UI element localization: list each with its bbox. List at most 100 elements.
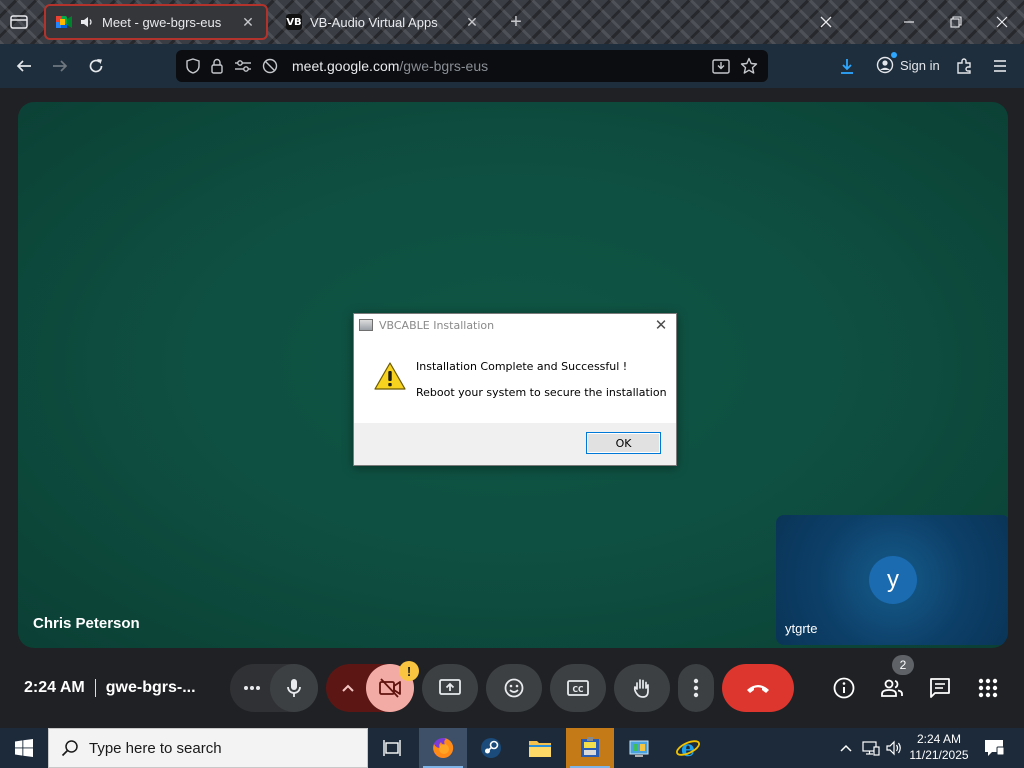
start-button[interactable]	[0, 728, 48, 768]
menu-hamburger-icon[interactable]	[987, 54, 1013, 78]
dialog-title: VBCABLE Installation	[379, 318, 495, 332]
taskbar-app-control-panel[interactable]	[615, 728, 663, 768]
url-text[interactable]: meet.google.com/gwe-bgrs-eus	[292, 58, 702, 74]
new-tab-button[interactable]: +	[505, 10, 527, 34]
self-view-tile[interactable]: y ytgrte	[776, 515, 1008, 645]
svg-text:e: e	[681, 736, 695, 760]
taskbar-app-firefox[interactable]	[419, 728, 467, 768]
firefox-icon	[431, 736, 455, 760]
taskbar-search-box[interactable]: Type here to search	[48, 728, 368, 768]
more-vert-icon	[693, 678, 699, 698]
list-all-tabs-icon[interactable]	[812, 8, 840, 36]
tab-vb-audio[interactable]: VB VB-Audio Virtual Apps ✕	[276, 4, 490, 40]
ok-button[interactable]: OK	[586, 432, 661, 454]
show-hidden-icons-chevron-up-icon[interactable]	[836, 728, 856, 768]
volume-icon[interactable]	[884, 728, 906, 768]
reload-icon[interactable]	[83, 54, 109, 78]
search-icon	[61, 739, 79, 757]
action-center-notification-icon[interactable]	[982, 736, 1006, 760]
forward-icon[interactable]	[47, 54, 73, 78]
extensions-icon[interactable]	[951, 54, 977, 78]
more-options-button[interactable]	[678, 664, 714, 712]
search-placeholder: Type here to search	[89, 739, 222, 757]
people-count-badge: 2	[892, 655, 914, 675]
camera-blocked-icon[interactable]	[262, 58, 278, 74]
tab-list-icon[interactable]	[8, 12, 30, 32]
video-off-icon	[378, 678, 402, 698]
leave-call-button[interactable]	[722, 664, 794, 712]
dialog-message-line1: Installation Complete and Successful !	[416, 360, 628, 373]
meeting-details-icon[interactable]	[830, 674, 858, 702]
tab-meet[interactable]: Meet - gwe-bgrs-eus ✕	[44, 4, 268, 40]
steam-icon	[479, 736, 503, 760]
vbcable-installation-dialog: VBCABLE Installation ✕ Installation Comp…	[353, 313, 677, 466]
audio-controls	[230, 664, 318, 712]
svg-text:CC: CC	[572, 685, 584, 694]
sign-in-label: Sign in	[900, 57, 940, 73]
url-path: /gwe-bgrs-eus	[399, 58, 489, 74]
activities-grid-icon[interactable]	[974, 674, 1002, 702]
taskbar-app-steam[interactable]	[467, 728, 515, 768]
chat-icon[interactable]	[926, 674, 954, 702]
close-window-icon[interactable]	[988, 8, 1016, 36]
raise-hand-button[interactable]	[614, 664, 670, 712]
audio-playing-icon[interactable]	[80, 15, 94, 29]
tab-title: Meet - gwe-bgrs-eus	[102, 14, 222, 30]
people-icon[interactable]	[878, 674, 906, 702]
taskbar-app-vbcable-installer[interactable]	[566, 728, 614, 768]
internet-explorer-icon: e	[675, 736, 701, 760]
control-panel-icon	[627, 736, 651, 760]
browser-tab-bar: Meet - gwe-bgrs-eus ✕ VB VB-Audio Virtua…	[0, 0, 1024, 44]
main-participant-name: Chris Peterson	[33, 615, 140, 632]
self-avatar: y	[869, 556, 917, 604]
meeting-time: 2:24 AM	[24, 679, 85, 696]
warning-icon	[374, 362, 406, 395]
tracking-protection-shield-icon[interactable]	[186, 58, 200, 74]
taskbar-app-file-explorer[interactable]	[516, 728, 564, 768]
tab-title: VB-Audio Virtual Apps	[310, 14, 438, 30]
windows-taskbar: Type here to search e 2:24 AM 11/21/2025	[0, 728, 1024, 768]
windows-logo-icon	[15, 739, 33, 757]
bookmark-star-icon[interactable]	[740, 57, 758, 75]
task-view-button[interactable]	[368, 728, 416, 768]
sign-in-button[interactable]: Sign in	[876, 52, 940, 74]
permissions-icon[interactable]	[234, 59, 252, 73]
self-name: ytgrte	[785, 621, 818, 636]
meeting-code: gwe-bgrs-...	[105, 679, 196, 696]
taskbar-date: 11/21/2025	[909, 748, 969, 762]
address-bar[interactable]: meet.google.com/gwe-bgrs-eus	[176, 50, 768, 82]
dialog-message-line2: Reboot your system to secure the install…	[416, 386, 667, 399]
meet-control-bar: 2:24 AM gwe-bgrs-... ! CC	[0, 648, 1024, 728]
network-icon[interactable]	[860, 728, 882, 768]
close-tab-icon[interactable]: ✕	[240, 14, 256, 30]
dialog-footer: OK	[354, 423, 676, 465]
taskbar-app-internet-explorer[interactable]: e	[664, 728, 712, 768]
url-domain: meet.google.com	[292, 58, 400, 74]
restore-icon[interactable]	[942, 8, 970, 36]
close-tab-icon[interactable]: ✕	[464, 14, 480, 30]
separator	[94, 679, 96, 697]
dialog-close-icon[interactable]: ✕	[653, 317, 669, 334]
camera-options-chevron-up-icon[interactable]	[326, 664, 370, 712]
microphone-button[interactable]	[270, 664, 318, 712]
downloads-icon[interactable]	[834, 54, 860, 78]
raise-hand-icon	[631, 677, 653, 699]
lock-icon[interactable]	[210, 58, 224, 74]
save-to-pocket-icon[interactable]	[712, 58, 730, 74]
present-screen-button[interactable]	[422, 664, 478, 712]
dialog-title-bar[interactable]: VBCABLE Installation	[354, 314, 676, 336]
back-icon[interactable]	[11, 54, 37, 78]
vbcable-installer-icon	[578, 736, 602, 760]
more-audio-options-icon[interactable]	[230, 664, 274, 712]
browser-nav-bar: meet.google.com/gwe-bgrs-eus Sign in	[0, 44, 1024, 88]
end-call-icon	[745, 682, 771, 694]
taskbar-time: 2:24 AM	[916, 732, 962, 746]
captions-button[interactable]: CC	[550, 664, 606, 712]
minimize-icon[interactable]	[895, 8, 923, 36]
microphone-icon	[286, 678, 302, 698]
camera-warning-badge[interactable]: !	[399, 661, 419, 681]
google-meet-favicon-icon	[56, 14, 72, 30]
meeting-info-text: 2:24 AM gwe-bgrs-...	[24, 679, 196, 697]
taskbar-clock[interactable]: 2:24 AM 11/21/2025	[906, 731, 972, 763]
reactions-button[interactable]	[486, 664, 542, 712]
